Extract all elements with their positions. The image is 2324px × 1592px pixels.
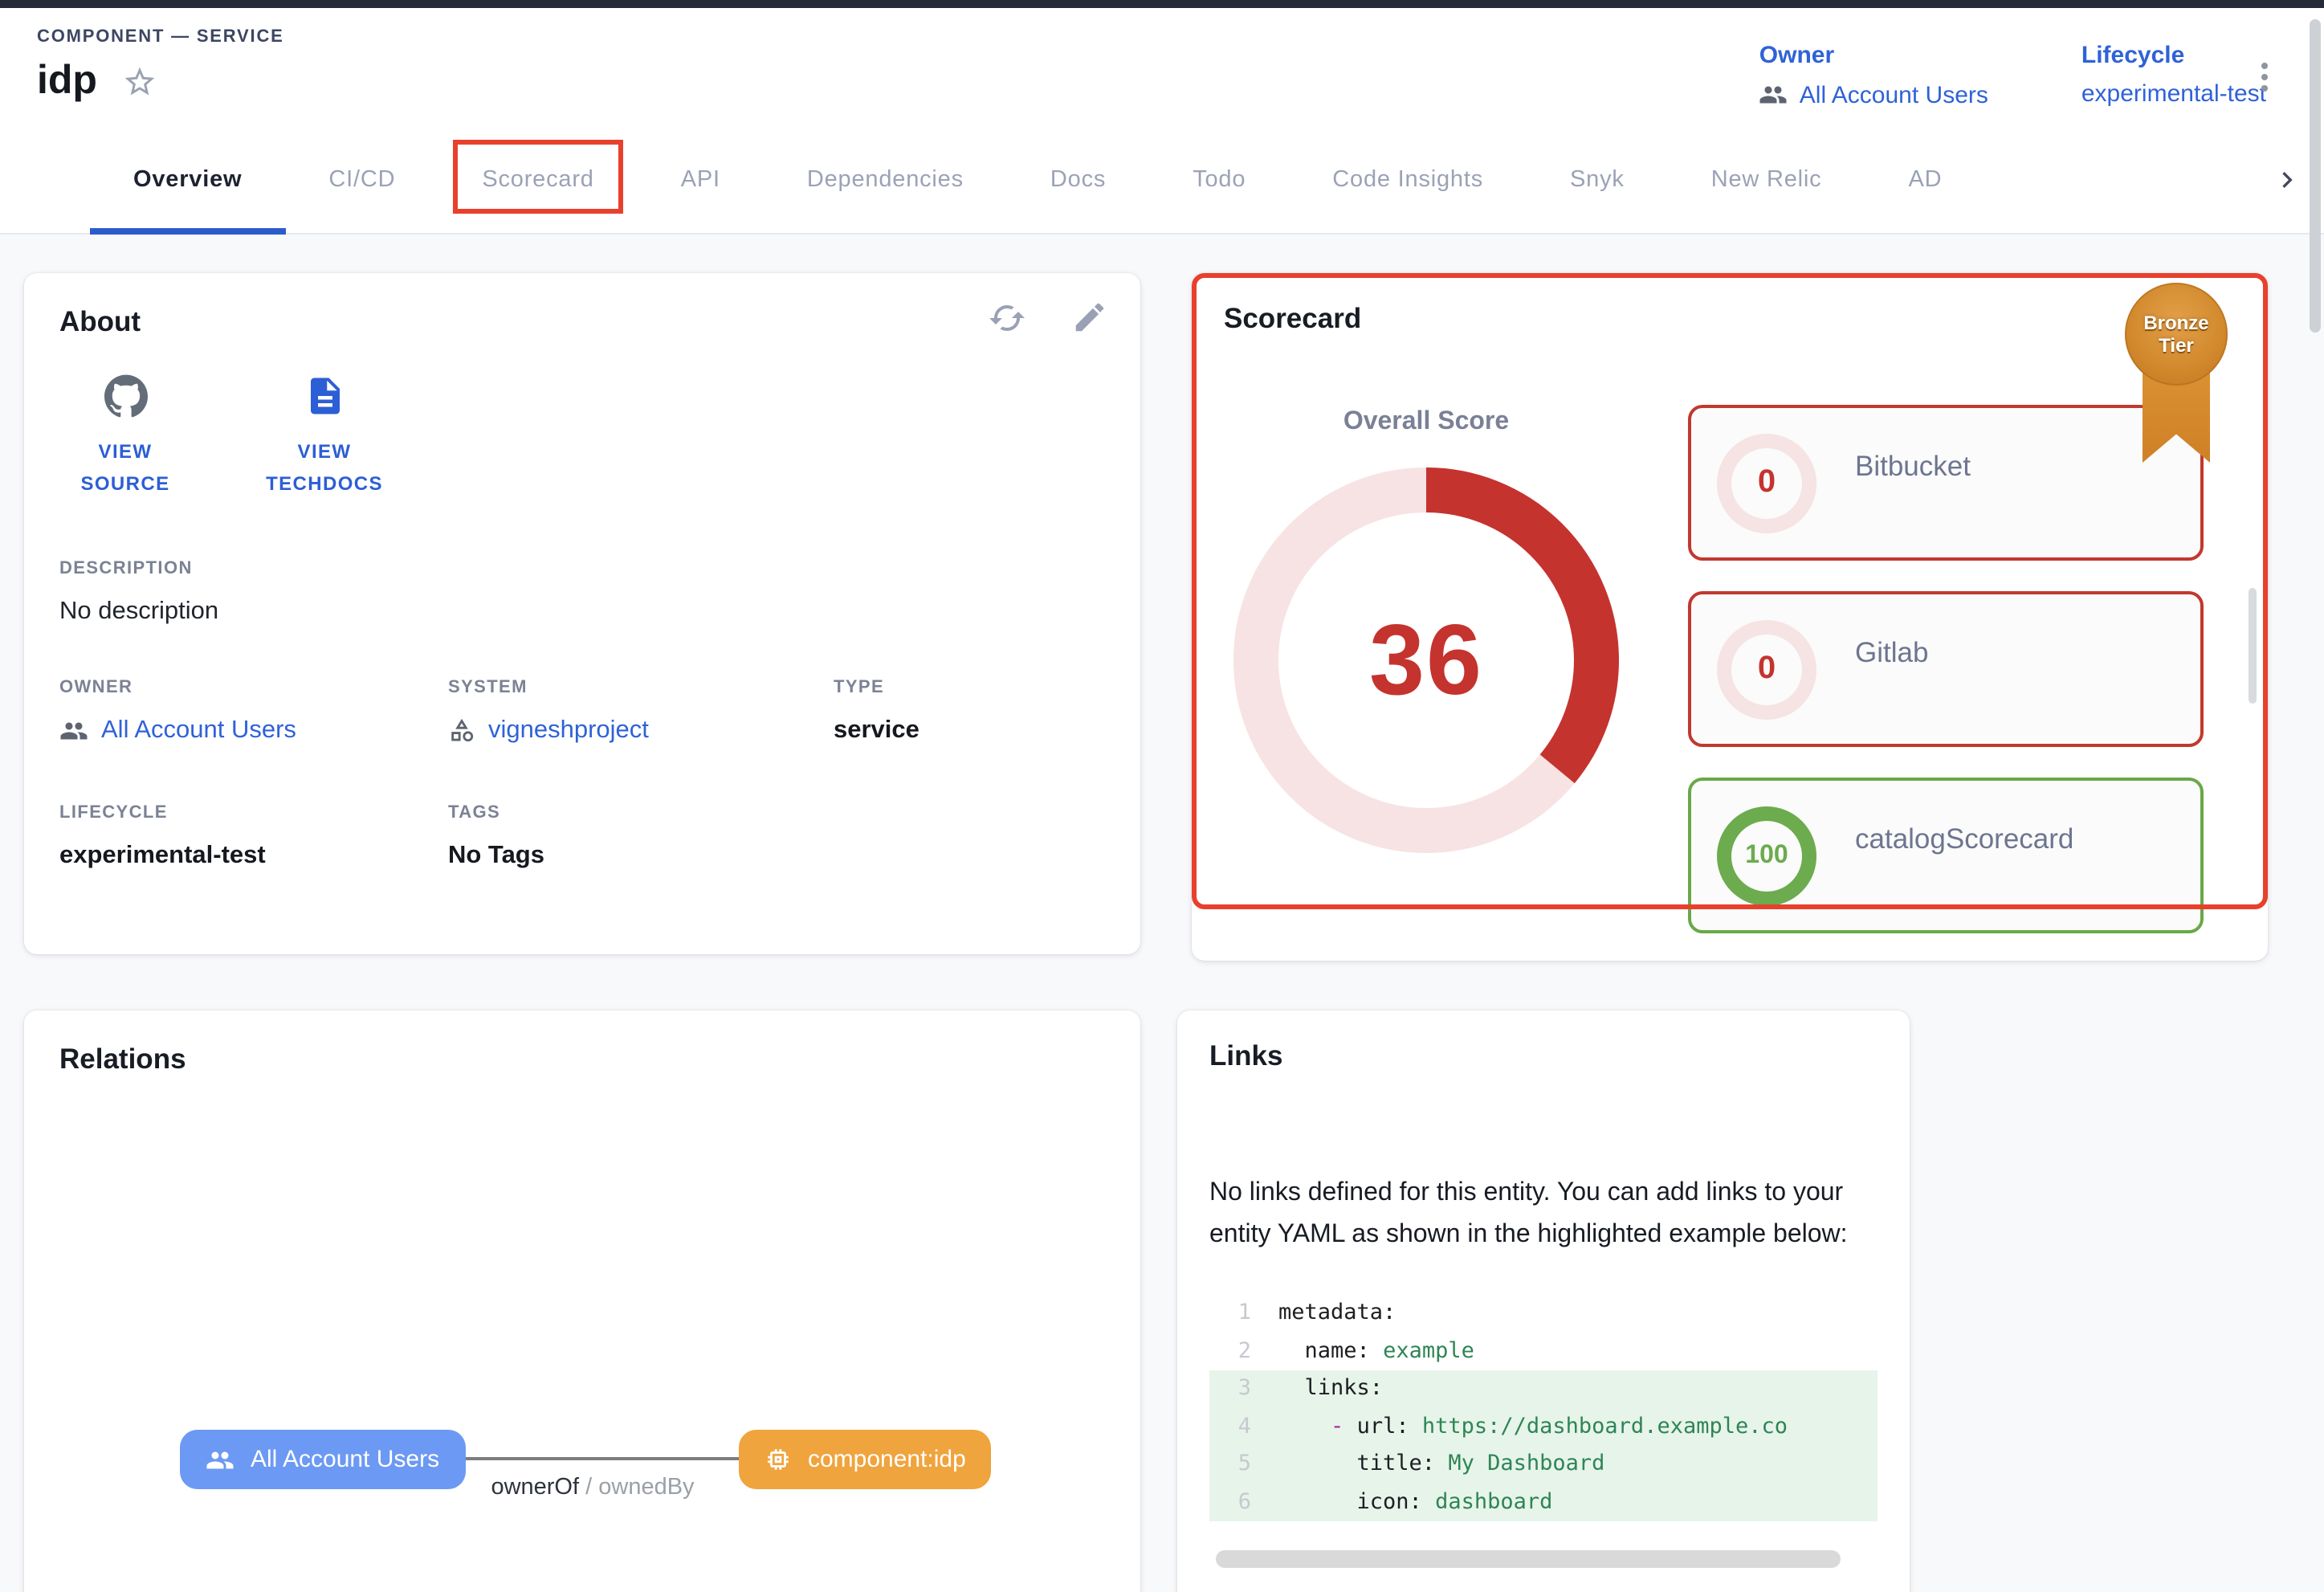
- tab-todo[interactable]: Todo: [1149, 125, 1289, 233]
- type-field: TYPE service: [834, 677, 1105, 745]
- description-field: DESCRIPTION No description: [59, 558, 1105, 626]
- owner-entity-link[interactable]: All Account Users: [59, 716, 448, 745]
- tab-docs[interactable]: Docs: [1007, 125, 1149, 233]
- tab-code-insights[interactable]: Code Insights: [1289, 125, 1527, 233]
- score-ring: 0: [1717, 433, 1816, 533]
- line-number: 6: [1216, 1484, 1251, 1521]
- scorecard-item-catalogscorecard[interactable]: 100 catalogScorecard: [1688, 778, 2204, 933]
- tags-value: No Tags: [448, 841, 834, 870]
- lifecycle-label: Lifecycle: [2081, 42, 2266, 69]
- badge-text-line1: Bronze: [2143, 311, 2208, 334]
- links-title: Links: [1209, 1039, 1878, 1073]
- type-value: service: [834, 716, 1105, 745]
- line-number: 3: [1216, 1370, 1251, 1408]
- tab-snyk[interactable]: Snyk: [1527, 125, 1668, 233]
- page-scrollbar[interactable]: [2310, 19, 2321, 333]
- line-number: 1: [1216, 1295, 1251, 1333]
- owner-value-link[interactable]: All Account Users: [1800, 81, 1988, 108]
- relation-edge-label: ownerOf / ownedBy: [410, 1475, 776, 1500]
- code-line-highlighted: 6 icon: dashboard: [1209, 1484, 1878, 1521]
- tabs-scroll-right-icon[interactable]: [2271, 164, 2303, 196]
- tab-cicd[interactable]: CI/CD: [285, 125, 438, 233]
- page-title: idp: [37, 58, 97, 104]
- tags-field: TAGS No Tags: [448, 802, 834, 870]
- tab-overflow-clipped[interactable]: AD: [1865, 125, 1942, 233]
- edit-icon[interactable]: [1071, 299, 1108, 337]
- about-title: About: [59, 305, 1105, 339]
- tab-api[interactable]: API: [638, 125, 764, 233]
- tab-overview[interactable]: Overview: [90, 125, 285, 233]
- code-line: 2 name: example: [1209, 1333, 1878, 1370]
- github-icon: [59, 374, 191, 418]
- scorecard-title: Scorecard: [1224, 302, 2236, 336]
- links-card: Links No links defined for this entity. …: [1177, 1010, 1910, 1592]
- line-number: 4: [1216, 1408, 1251, 1446]
- app-window: COMPONENT — SERVICE idp Owner All Accoun…: [0, 0, 2324, 1592]
- owner-label: Owner: [1759, 42, 1988, 69]
- scorecard-item-list: 0 Bitbucket 0 Gitlab 100 catalogScorecar…: [1688, 405, 2204, 933]
- lifecycle-meta: Lifecycle experimental-test: [2081, 42, 2266, 125]
- lifecycle-value: experimental-test: [59, 841, 448, 870]
- people-icon: [1759, 80, 1788, 109]
- about-card: About VIEW SOURCE: [24, 273, 1140, 954]
- gauge-label: Overall Score: [1208, 408, 1645, 437]
- tab-new-relic[interactable]: New Relic: [1668, 125, 1865, 233]
- description-label: DESCRIPTION: [59, 558, 1105, 578]
- relation-edge-line: [446, 1457, 739, 1460]
- top-nav-strip: [0, 0, 2324, 8]
- relation-node-component[interactable]: component:idp: [739, 1430, 992, 1489]
- system-icon: [448, 716, 475, 744]
- content-area: About VIEW SOURCE: [0, 235, 2324, 1592]
- tab-dependencies[interactable]: Dependencies: [764, 125, 1007, 233]
- system-field: SYSTEM vigneshproject: [448, 677, 834, 745]
- favorite-star-icon[interactable]: [121, 63, 157, 99]
- scorecard-list-scrollbar[interactable]: [2249, 588, 2257, 704]
- kebab-menu-icon[interactable]: [2247, 27, 2282, 125]
- line-number: 2: [1216, 1333, 1251, 1370]
- score-ring: 0: [1717, 619, 1816, 719]
- lifecycle-field: LIFECYCLE experimental-test: [59, 802, 448, 870]
- code-horizontal-scrollbar[interactable]: [1216, 1550, 1841, 1568]
- view-techdocs-label: VIEW TECHDOCS: [259, 437, 390, 500]
- people-icon: [59, 716, 88, 745]
- description-value: No description: [59, 597, 1105, 626]
- yaml-code-block: 1 metadata: 2 name: example 3 links: 4 -…: [1209, 1295, 1878, 1521]
- overall-score-value: 36: [1232, 466, 1621, 855]
- chip-icon: [764, 1446, 792, 1473]
- links-empty-text: No links defined for this entity. You ca…: [1209, 1173, 1890, 1256]
- score-ring: 100: [1717, 806, 1816, 905]
- lifecycle-value: experimental-test: [2081, 80, 2266, 108]
- entity-header-meta: Owner All Account Users Lifecycle experi…: [1759, 27, 2266, 125]
- scorecard-item-gitlab[interactable]: 0 Gitlab: [1688, 591, 2204, 747]
- view-techdocs-link[interactable]: VIEW TECHDOCS: [259, 374, 390, 500]
- system-entity-link[interactable]: vigneshproject: [448, 716, 834, 745]
- entity-tabs: Overview CI/CD Scorecard API Dependencie…: [0, 125, 2324, 235]
- owner-field: OWNER All Account Users: [59, 677, 448, 745]
- relations-card: Relations All Account Users component:id…: [24, 1010, 1140, 1592]
- techdocs-icon: [259, 374, 390, 418]
- view-source-link[interactable]: VIEW SOURCE: [59, 374, 191, 500]
- relations-graph: All Account Users component:idp ownerOf …: [24, 1404, 1140, 1549]
- code-line-highlighted: 3 links:: [1209, 1370, 1878, 1408]
- entity-header-left: COMPONENT — SERVICE idp: [37, 27, 284, 125]
- people-icon: [206, 1445, 234, 1474]
- badge-text-line2: Tier: [2159, 334, 2194, 357]
- tab-scorecard[interactable]: Scorecard: [438, 125, 637, 233]
- line-number: 5: [1216, 1446, 1251, 1484]
- breadcrumb: COMPONENT — SERVICE: [37, 27, 284, 47]
- scorecard-card: Scorecard Bronze Tier Overall Score 36: [1192, 273, 2268, 961]
- relations-title: Relations: [59, 1043, 1105, 1076]
- bronze-tier-badge: Bronze Tier: [2125, 283, 2228, 386]
- code-line-highlighted: 4 - url: https://dashboard.example.co: [1209, 1408, 1878, 1446]
- score-donut-chart: 36: [1232, 466, 1621, 855]
- refresh-icon[interactable]: [988, 299, 1026, 337]
- overall-score-gauge: Overall Score 36: [1208, 408, 1645, 855]
- owner-meta: Owner All Account Users: [1759, 42, 1988, 125]
- scorecard-item-bitbucket[interactable]: 0 Bitbucket: [1688, 405, 2204, 561]
- code-line-highlighted: 5 title: My Dashboard: [1209, 1446, 1878, 1484]
- code-line: 1 metadata:: [1209, 1295, 1878, 1333]
- entity-header: COMPONENT — SERVICE idp Owner All Accoun…: [0, 8, 2324, 125]
- view-source-label: VIEW SOURCE: [59, 437, 191, 500]
